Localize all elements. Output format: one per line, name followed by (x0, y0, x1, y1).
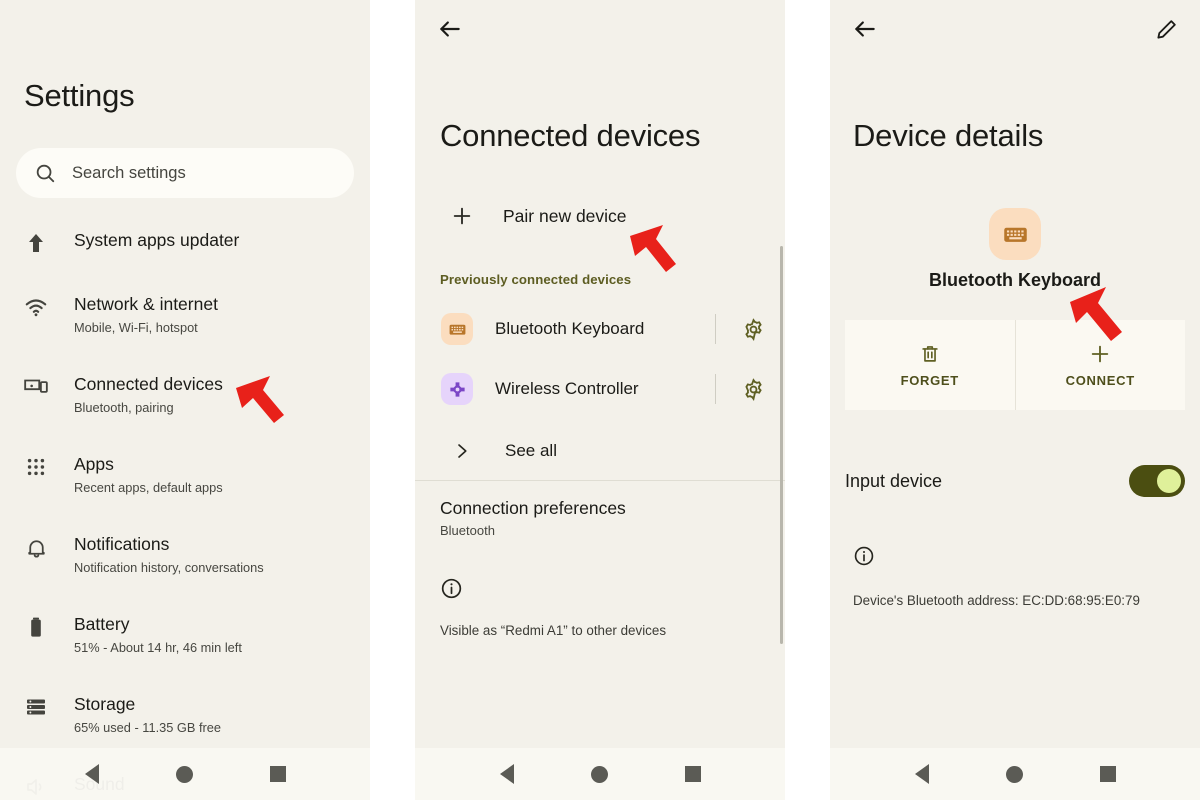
device-name: Bluetooth Keyboard (495, 319, 645, 338)
gamepad-icon (441, 373, 473, 405)
connected-devices-icon (22, 370, 50, 404)
nav-home-icon[interactable] (1005, 765, 1023, 783)
page-title: Settings (24, 78, 135, 113)
sidebar-item-label: Apps (74, 454, 114, 474)
battery-icon (22, 610, 50, 644)
device-actions-card: FORGET CONNECT (845, 320, 1185, 410)
pencil-edit-icon[interactable] (1155, 18, 1178, 41)
connect-label: CONNECT (1065, 372, 1135, 388)
connection-preferences-row[interactable]: Connection preferences Bluetooth (440, 498, 626, 538)
device-name: Bluetooth Keyboard (928, 270, 1101, 290)
sidebar-item-label: Network & internet (74, 294, 218, 314)
back-arrow-icon[interactable] (437, 16, 463, 42)
sidebar-item-label: Connected devices (74, 374, 223, 394)
sidebar-item-label: Notifications (74, 534, 170, 554)
screenshot-stage: Settings Search settings System apps upd… (0, 0, 1200, 800)
sidebar-item-label: Battery (74, 614, 130, 634)
nav-back-icon[interactable] (84, 764, 99, 784)
wifi-icon (22, 290, 50, 324)
sidebar-item-notifications[interactable]: Notifications Notification history, conv… (0, 520, 370, 600)
sidebar-item-battery[interactable]: Battery 51% - About 14 hr, 46 min left (0, 600, 370, 680)
nav-recents-icon[interactable] (684, 766, 701, 782)
search-input[interactable]: Search settings (16, 148, 354, 198)
sidebar-item-label: Storage (74, 694, 136, 714)
top-app-bar (415, 0, 785, 58)
sidebar-item-sublabel: 65% used - 11.35 GB free (74, 719, 222, 735)
forget-label: FORGET (900, 372, 959, 388)
chevron-right-icon (458, 444, 467, 458)
sidebar-item-sublabel: Mobile, Wi-Fi, hotspot (74, 319, 198, 335)
input-device-label: Input device (845, 470, 943, 491)
nav-recents-icon[interactable] (269, 766, 286, 782)
connected-devices-title: Connected devices (440, 118, 701, 153)
search-placeholder: Search settings (72, 163, 186, 182)
sidebar-item-label: System apps updater (74, 230, 240, 250)
nav-home-icon[interactable] (590, 765, 608, 783)
bell-icon (22, 530, 50, 564)
apps-grid-icon (22, 450, 50, 484)
device-name: Wireless Controller (495, 379, 639, 398)
sidebar-item-sublabel: Bluetooth, pairing (74, 399, 174, 415)
sidebar-item-sublabel: 51% - About 14 hr, 46 min left (74, 639, 242, 655)
nav-back-icon[interactable] (499, 764, 514, 784)
sidebar-item-network-internet[interactable]: Network & internet Mobile, Wi-Fi, hotspo… (0, 280, 370, 360)
nav-recents-icon[interactable] (1099, 766, 1116, 782)
input-device-toggle[interactable] (1129, 465, 1185, 497)
sidebar-item-apps[interactable]: Apps Recent apps, default apps (0, 440, 370, 520)
settings-screen: Settings Search settings System apps upd… (0, 0, 370, 800)
bluetooth-address-text: Device's Bluetooth address: EC:DD:68:95:… (853, 593, 1140, 608)
info-icon (854, 546, 874, 566)
sidebar-item-system-apps-updater[interactable]: System apps updater (0, 216, 370, 280)
pair-new-device-row[interactable]: Pair new device (415, 192, 785, 240)
see-all-row[interactable]: See all (415, 428, 785, 474)
sidebar-item-sublabel: Notification history, conversations (74, 559, 264, 575)
search-icon (36, 164, 55, 183)
device-row-wireless-controller[interactable]: Wireless Controller (415, 362, 785, 416)
see-all-label: See all (505, 441, 557, 460)
sidebar-item-connected-devices[interactable]: Connected devices Bluetooth, pairing (0, 360, 370, 440)
plus-icon (453, 207, 471, 225)
row-divider (715, 374, 716, 404)
info-icon (441, 578, 462, 599)
system-navigation-bar (830, 748, 1200, 800)
storage-icon (22, 690, 50, 724)
keyboard-icon (441, 313, 473, 345)
connect-button[interactable]: CONNECT (1016, 320, 1186, 410)
visibility-info-text: Visible as “Redmi A1” to other devices (440, 623, 667, 638)
sidebar-item-sublabel: Recent apps, default apps (74, 479, 223, 495)
system-update-icon (22, 226, 50, 260)
gear-icon[interactable] (742, 317, 765, 341)
top-app-bar (830, 0, 1200, 58)
plus-icon (1092, 345, 1109, 362)
nav-back-icon[interactable] (914, 764, 929, 784)
pair-new-device-label: Pair new device (503, 205, 627, 226)
connection-preferences-subtitle: Bluetooth (440, 523, 495, 538)
section-header-previously-connected: Previously connected devices (440, 272, 632, 287)
keyboard-icon (989, 208, 1041, 260)
connection-preferences-title: Connection preferences (440, 498, 626, 518)
row-divider (715, 314, 716, 344)
scrollbar[interactable] (780, 246, 783, 644)
system-navigation-bar (415, 748, 785, 800)
input-device-row: Input device (845, 455, 1185, 507)
trash-icon (922, 345, 938, 362)
forget-button[interactable]: FORGET (845, 320, 1015, 410)
section-divider (415, 480, 785, 481)
system-navigation-bar (0, 748, 370, 800)
device-row-bluetooth-keyboard[interactable]: Bluetooth Keyboard (415, 302, 785, 356)
nav-home-icon[interactable] (175, 765, 193, 783)
settings-list: System apps updater Network & internet M… (0, 216, 370, 800)
back-arrow-icon[interactable] (852, 16, 878, 42)
toggle-thumb (1157, 469, 1181, 493)
gear-icon[interactable] (742, 377, 765, 401)
device-details-title: Device details (853, 118, 1044, 153)
